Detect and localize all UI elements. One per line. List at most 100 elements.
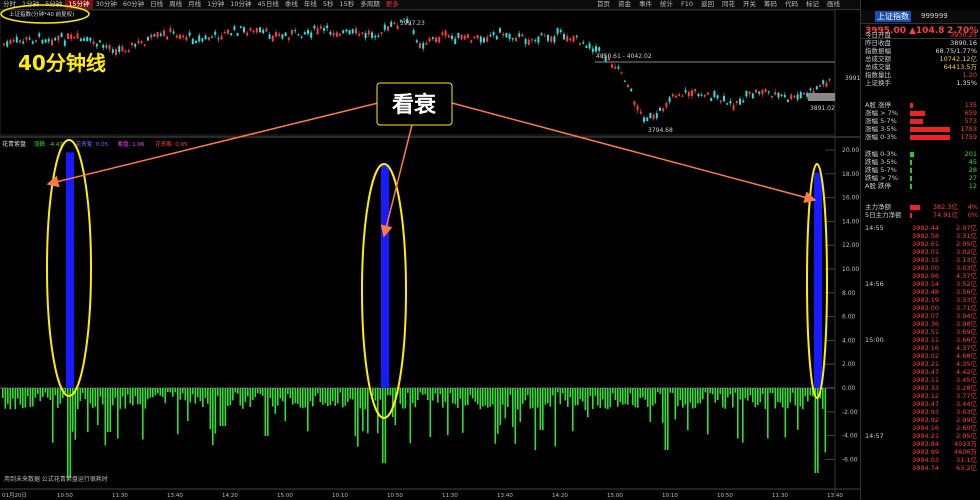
candle xyxy=(252,30,255,33)
tick-row: 3993.84 4033万 xyxy=(861,440,980,448)
signal-bar xyxy=(814,172,822,388)
candle xyxy=(447,35,450,38)
candle xyxy=(595,46,597,52)
histogram-bar xyxy=(609,388,612,408)
tick-amount: 4.68亿 xyxy=(956,352,977,360)
histogram-bar xyxy=(272,388,274,407)
tick-price: 3993.19 xyxy=(912,296,939,304)
x-tick-label: 11:30 xyxy=(112,493,128,499)
histogram-bar xyxy=(424,388,427,395)
tick-row: 3992.96 4.37亿 xyxy=(861,272,980,280)
candle xyxy=(134,43,137,47)
candle xyxy=(335,32,338,37)
candle xyxy=(627,84,629,88)
candle xyxy=(95,43,98,47)
histogram-bar xyxy=(34,388,37,398)
dist-row: 跌幅 0-3% 201 xyxy=(861,150,980,158)
histogram-bar xyxy=(159,388,162,396)
histogram-bar xyxy=(634,388,637,408)
tick-price: 3993.11 xyxy=(912,336,939,344)
tick-price: 3993.12 xyxy=(912,392,939,400)
histogram-bar xyxy=(769,388,772,393)
histogram-bar xyxy=(59,388,62,404)
candle xyxy=(63,40,66,46)
histogram-bar xyxy=(694,388,697,408)
candle xyxy=(617,66,620,69)
candle xyxy=(783,94,786,98)
histogram-bar xyxy=(779,388,782,403)
histogram-bar xyxy=(494,388,497,444)
candle xyxy=(428,38,431,42)
histogram-bar xyxy=(807,388,809,402)
histogram-bar xyxy=(719,388,722,395)
tick-amount: 3.52亿 xyxy=(956,280,977,288)
candle xyxy=(89,37,92,41)
tick-price: 3994.74 xyxy=(912,464,939,472)
candle xyxy=(44,39,47,43)
histogram-bar xyxy=(484,388,487,406)
candle xyxy=(732,104,735,111)
histogram-bar xyxy=(337,388,339,404)
row-label: 昨日收盘 xyxy=(865,39,891,47)
candle xyxy=(441,32,444,35)
histogram-bar xyxy=(474,388,477,402)
candle xyxy=(204,35,207,40)
histogram-bar xyxy=(302,388,304,409)
candle xyxy=(313,25,316,29)
row-label: 5日主力净额 xyxy=(865,211,902,219)
chart-area[interactable]: 上证指数(分钟*40 前复权) 40分钟线 3997.23 4050.61 - 404… xyxy=(0,0,860,500)
footer-note: 用到未来数据 公式花青紫盘运行很耗时 xyxy=(4,475,108,483)
candle xyxy=(518,33,521,37)
histogram-bar xyxy=(652,388,654,406)
row-label: 跌幅 3-5% xyxy=(865,158,897,166)
tick-amount: 3.44亿 xyxy=(956,400,977,408)
histogram-bar xyxy=(734,388,737,393)
histogram-bar xyxy=(109,388,112,432)
candle xyxy=(812,90,815,93)
histogram-bar xyxy=(7,388,9,404)
histogram-bar xyxy=(684,388,687,405)
candle xyxy=(76,33,79,39)
candle xyxy=(60,33,63,38)
candle xyxy=(121,46,124,52)
candle xyxy=(422,43,425,49)
flow-pct: 0% xyxy=(967,211,978,219)
candle xyxy=(761,89,764,95)
stat-row: 指数振幅 68.75/1.77% xyxy=(861,47,980,55)
histogram-bar xyxy=(472,388,474,399)
candle xyxy=(723,95,725,102)
histogram-bar xyxy=(777,388,779,402)
histogram-bar xyxy=(364,388,367,410)
histogram-bar xyxy=(469,388,472,395)
tick-row: 14:56 3993.14 3.52亿 xyxy=(861,280,980,288)
candle xyxy=(6,41,9,47)
histogram-bar xyxy=(677,388,679,407)
histogram-bar xyxy=(342,388,344,408)
candle xyxy=(470,40,473,43)
row-label: 上证换手 xyxy=(865,79,891,87)
candle xyxy=(614,66,617,69)
histogram-bar xyxy=(162,388,164,397)
annotation-text: 看衰 xyxy=(392,92,437,118)
histogram-bar xyxy=(419,388,422,393)
candle xyxy=(655,113,658,119)
histogram-bar xyxy=(524,388,527,401)
candle xyxy=(435,37,437,43)
histogram-bar xyxy=(277,388,279,406)
tick-price: 3993.93 xyxy=(912,408,939,416)
histogram-bar xyxy=(362,388,364,432)
histogram-bar xyxy=(224,388,227,426)
histogram-bar xyxy=(447,388,449,436)
row-label: 涨幅 0-3% xyxy=(865,133,897,141)
row-value: 64413.5万 xyxy=(943,63,977,71)
candle xyxy=(671,94,674,97)
tick-row: 3993.00 3.03亿 xyxy=(861,264,980,272)
histogram-bar xyxy=(349,388,352,399)
candle xyxy=(492,32,495,35)
index-title-bar: 上证指数 999999 xyxy=(861,10,980,24)
histogram-bar xyxy=(784,388,787,438)
dist-row: 涨幅 > 7% 659 xyxy=(861,109,980,117)
capital-flow: 主力净额 382.3亿 4% 5日主力净额 74.91亿 0% xyxy=(861,203,980,219)
y-tick-label: -2.00 xyxy=(842,409,858,416)
candle xyxy=(255,27,258,33)
